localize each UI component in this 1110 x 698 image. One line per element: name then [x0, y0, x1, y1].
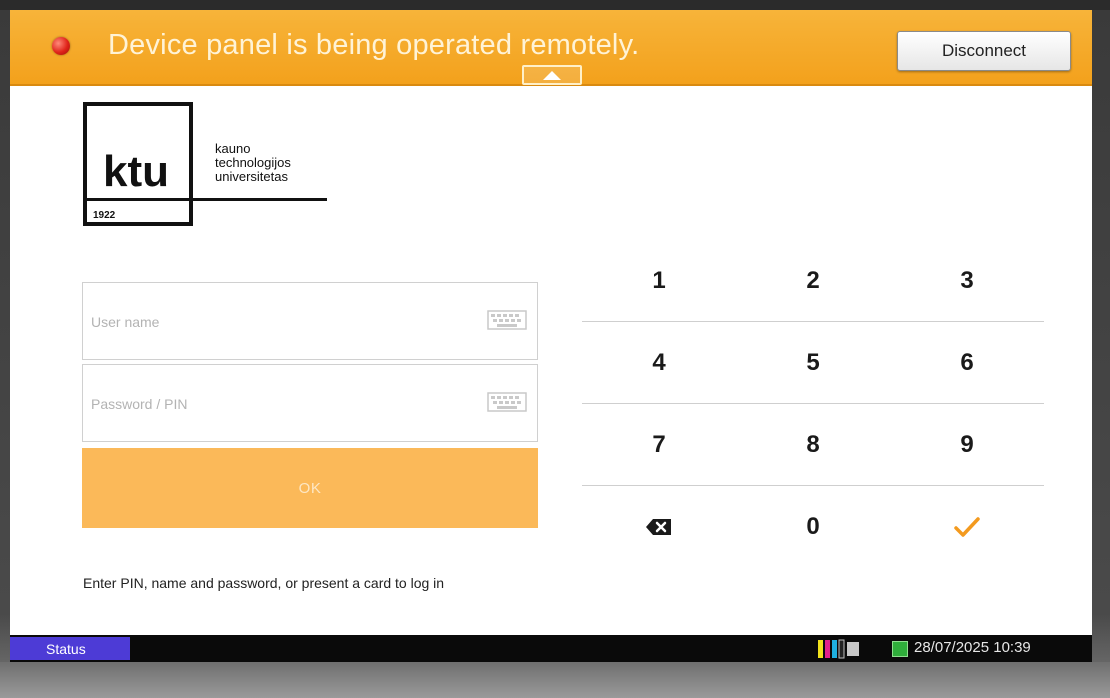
logo-year: 1922 — [93, 210, 116, 221]
checkmark-icon — [954, 517, 980, 537]
disconnect-button[interactable]: Disconnect — [897, 31, 1071, 71]
key-9[interactable]: 9 — [890, 404, 1044, 486]
status-datetime: 28/07/2025 10:39 — [914, 639, 1031, 656]
network-status-icon — [892, 641, 908, 657]
key-4[interactable]: 4 — [582, 322, 736, 404]
username-field-container — [82, 282, 538, 361]
remote-operation-banner: Device panel is being operated remotely.… — [10, 10, 1092, 86]
backspace-icon — [646, 519, 671, 535]
key-2[interactable]: 2 — [736, 240, 890, 322]
logo-name-line-3: universitetas — [215, 169, 288, 184]
key-6[interactable]: 6 — [890, 322, 1044, 404]
toner-levels-icon[interactable] — [816, 639, 864, 659]
collapse-arrow-icon[interactable] — [522, 65, 582, 85]
key-backspace[interactable] — [582, 486, 736, 568]
key-confirm[interactable] — [890, 486, 1044, 568]
logo-underline — [83, 198, 327, 201]
logo-mark: ktu — [103, 147, 169, 196]
red-status-led-icon — [52, 37, 70, 55]
password-input[interactable] — [83, 365, 473, 443]
key-1[interactable]: 1 — [582, 240, 736, 322]
device-bezel: Device panel is being operated remotely.… — [0, 0, 1110, 698]
ok-button[interactable]: OK — [82, 448, 538, 528]
bezel-top — [0, 0, 1110, 10]
key-7[interactable]: 7 — [582, 404, 736, 486]
keyboard-icon[interactable] — [487, 310, 527, 330]
logo-university-name: kauno technologijos universitetas — [215, 142, 291, 184]
logo-name-line-1: kauno — [215, 141, 251, 156]
username-input[interactable] — [83, 283, 473, 361]
banner-message: Device panel is being operated remotely. — [108, 29, 640, 61]
logo-name-line-2: technologijos — [215, 155, 291, 170]
keyboard-icon[interactable] — [487, 392, 527, 412]
status-button[interactable]: Status — [10, 637, 130, 660]
bezel-bottom — [0, 662, 1110, 698]
key-3[interactable]: 3 — [890, 240, 1044, 322]
key-5[interactable]: 5 — [736, 322, 890, 404]
key-8[interactable]: 8 — [736, 404, 890, 486]
panel-screen: Device panel is being operated remotely.… — [10, 10, 1092, 662]
university-logo: ktu 1922 kauno technologijos universitet… — [83, 102, 327, 232]
key-0[interactable]: 0 — [736, 486, 890, 568]
status-bar: Status 28/07/2025 10:39 — [10, 635, 1092, 662]
password-field-container — [82, 364, 538, 443]
login-hint: Enter PIN, name and password, or present… — [83, 575, 445, 591]
numeric-keypad: 1 2 3 4 5 6 7 8 9 0 — [582, 240, 1044, 570]
